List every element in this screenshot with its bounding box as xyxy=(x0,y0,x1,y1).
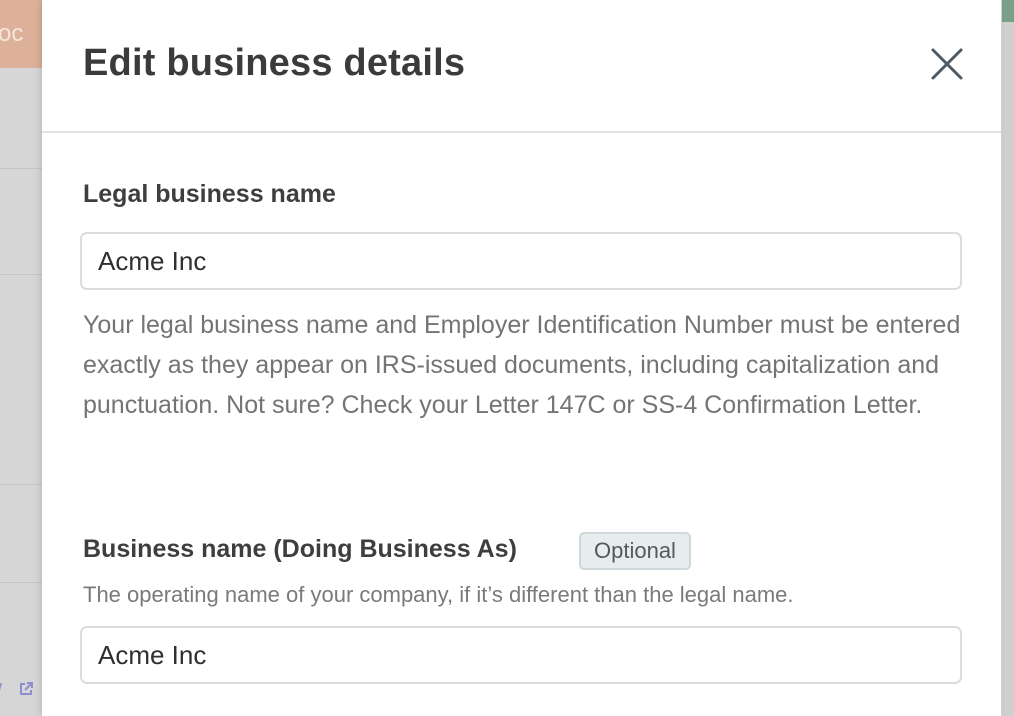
background-banner: roc xyxy=(0,0,48,68)
dba-name-help-text: The operating name of your company, if i… xyxy=(83,582,794,607)
legal-name-input[interactable] xyxy=(80,232,962,290)
slash-icon: / xyxy=(0,678,2,706)
background-divider xyxy=(0,168,44,169)
external-link-icon xyxy=(20,682,33,695)
close-icon xyxy=(931,48,963,80)
background-divider xyxy=(0,582,44,583)
background-right-edge xyxy=(1002,0,1014,716)
background-divider xyxy=(0,274,44,275)
background-link-icons: / xyxy=(0,678,44,706)
legal-name-help-text: Your legal business name and Employer Id… xyxy=(83,311,961,419)
background-right-accent xyxy=(1002,0,1014,22)
dba-name-label: Business name (Doing Business As) xyxy=(83,535,517,563)
legal-name-label: Legal business name xyxy=(83,180,336,208)
background-banner-text: roc xyxy=(0,20,24,47)
edit-business-modal: Edit business details Legal business nam… xyxy=(42,0,1001,716)
modal-title: Edit business details xyxy=(83,42,466,84)
dba-name-input[interactable] xyxy=(80,626,962,684)
optional-badge: Optional xyxy=(579,532,691,570)
close-button[interactable] xyxy=(927,44,967,84)
background-divider xyxy=(0,484,44,485)
modal-header: Edit business details xyxy=(42,0,1001,133)
